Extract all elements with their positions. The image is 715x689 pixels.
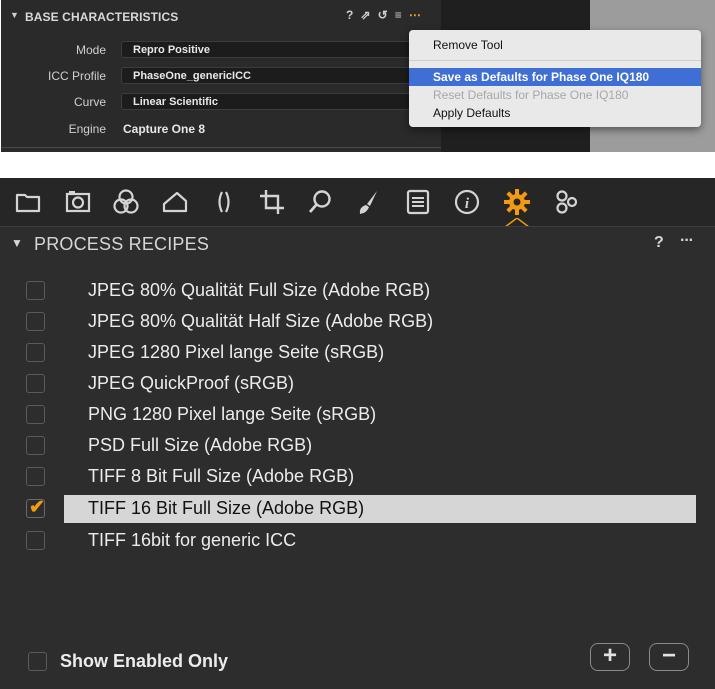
recipe-checkbox[interactable] [26,374,45,393]
folder-icon[interactable] [13,187,43,217]
curve-row: Curve Linear Scientific [1,92,441,112]
menu-item-label: Remove Tool [433,38,503,52]
curve-label: Curve [73,95,106,109]
copy-settings-icon[interactable]: ⇗ [360,8,370,22]
mode-select[interactable]: Repro Positive [121,41,421,58]
menu-item-reset-defaults: Reset Defaults for Phase One IQ180 [409,86,701,104]
divider [1,147,441,148]
menu-item-label: Apply Defaults [433,106,511,120]
help-icon[interactable]: ? [654,234,664,252]
recipe-checkbox[interactable] [26,467,45,486]
camera-icon[interactable] [63,187,93,217]
icc-profile-select[interactable]: PhaseOne_genericICC [121,67,421,84]
presets-list-icon[interactable]: ≡ [395,8,402,22]
metadata-icon[interactable] [403,187,433,217]
mode-row: Mode Repro Positive [1,40,441,60]
recipe-checkbox[interactable] [26,281,45,300]
info-icon[interactable]: i [452,187,482,217]
icc-profile-label: ICC Profile [47,69,106,83]
more-options-icon[interactable]: ··· [680,232,694,250]
reset-icon[interactable]: ↺ [378,8,388,22]
collapse-triangle-icon[interactable]: ▼ [10,10,19,20]
recipe-name: JPEG 80% Qualität Full Size (Adobe RGB) [88,280,431,300]
list-item[interactable]: JPEG 1280 Pixel lange Seite (sRGB) [26,339,696,367]
list-item[interactable]: JPEG QuickProof (sRGB) [26,370,696,398]
recipe-checkbox[interactable] [26,312,45,331]
list-item[interactable]: TIFF 8 Bit Full Size (Adobe RGB) [26,463,696,491]
base-characteristics-title: BASE CHARACTERISTICS [25,10,179,24]
list-item-selected[interactable]: ✔ TIFF 16 Bit Full Size (Adobe RGB) [26,495,696,523]
gear-icon[interactable] [502,187,532,217]
recipe-checkbox[interactable] [26,436,45,455]
show-enabled-only-label[interactable]: Show Enabled Only [60,651,228,672]
show-enabled-only-checkbox[interactable] [28,652,47,671]
header-icons: ? ⇗ ↺ ≡ ⋯ [346,8,421,22]
recipe-name: PNG 1280 Pixel lange Seite (sRGB) [88,404,377,424]
process-recipes-header[interactable]: ▼ PROCESS RECIPES ? ··· [0,227,715,261]
process-recipes-title: PROCESS RECIPES [34,234,210,254]
lens-icon[interactable] [209,187,239,217]
mode-label: Mode [75,43,106,57]
checkmark-icon: ✔ [29,497,45,518]
recipe-name: TIFF 16bit for generic ICC [88,530,297,550]
more-options-icon[interactable]: ⋯ [409,8,421,22]
menu-item-save-defaults[interactable]: Save as Defaults for Phase One IQ180 [409,68,701,86]
base-characteristics-header[interactable]: ▼ BASE CHARACTERISTICS ? ⇗ ↺ ≡ ⋯ [1,0,441,32]
loupe-icon[interactable] [305,187,335,217]
list-item[interactable]: JPEG 80% Qualität Full Size (Adobe RGB) [26,277,696,305]
list-item[interactable]: TIFF 16bit for generic ICC [26,527,696,555]
exposure-icon[interactable] [160,187,190,217]
svg-text:i: i [465,196,470,212]
list-item[interactable]: JPEG 80% Qualität Half Size (Adobe RGB) [26,308,696,336]
crop-icon[interactable] [257,187,287,217]
color-circles-icon[interactable] [111,187,141,217]
recipe-name: TIFF 8 Bit Full Size (Adobe RGB) [88,466,355,486]
list-item[interactable]: PSD Full Size (Adobe RGB) [26,432,696,460]
base-characteristics-panel: ▼ BASE CHARACTERISTICS ? ⇗ ↺ ≡ ⋯ Mode Re… [1,0,715,152]
list-item[interactable]: PNG 1280 Pixel lange Seite (sRGB) [26,401,696,429]
recipe-name: JPEG 80% Qualität Half Size (Adobe RGB) [88,311,434,331]
recipe-checkbox[interactable] [26,531,45,550]
engine-row: Engine Capture One 8 [1,119,441,139]
recipe-name: TIFF 16 Bit Full Size (Adobe RGB) [88,498,365,518]
remove-recipe-button[interactable]: − [649,643,689,671]
recipe-checkbox[interactable] [26,343,45,362]
help-icon[interactable]: ? [346,8,353,22]
tool-tabs-toolbar: i [0,178,715,227]
recipe-name: JPEG 1280 Pixel lange Seite (sRGB) [88,342,385,362]
engine-label: Engine [68,122,106,136]
recipe-checkbox[interactable] [26,405,45,424]
icc-profile-row: ICC Profile PhaseOne_genericICC [1,66,441,86]
recipe-checkbox[interactable]: ✔ [26,497,45,518]
menu-separator [409,60,701,61]
process-recipes-panel: i ▼ PROCESS RECIPES ? ··· JPEG 80% Quali… [0,178,715,689]
menu-item-remove-tool[interactable]: Remove Tool [409,36,701,54]
engine-value: Capture One 8 [123,122,206,136]
recipe-name: PSD Full Size (Adobe RGB) [88,435,313,455]
menu-item-apply-defaults[interactable]: Apply Defaults [409,104,701,122]
context-menu: Remove Tool Save as Defaults for Phase O… [409,30,701,127]
curve-select[interactable]: Linear Scientific [121,93,421,110]
menu-item-label: Save as Defaults for Phase One IQ180 [433,70,650,84]
brush-icon[interactable] [353,187,383,217]
collapse-triangle-icon[interactable]: ▼ [11,236,23,250]
gears-icon[interactable] [552,187,582,217]
add-recipe-button[interactable]: + [590,643,630,671]
menu-item-label: Reset Defaults for Phase One IQ180 [433,88,629,102]
recipe-name: JPEG QuickProof (sRGB) [88,373,295,393]
